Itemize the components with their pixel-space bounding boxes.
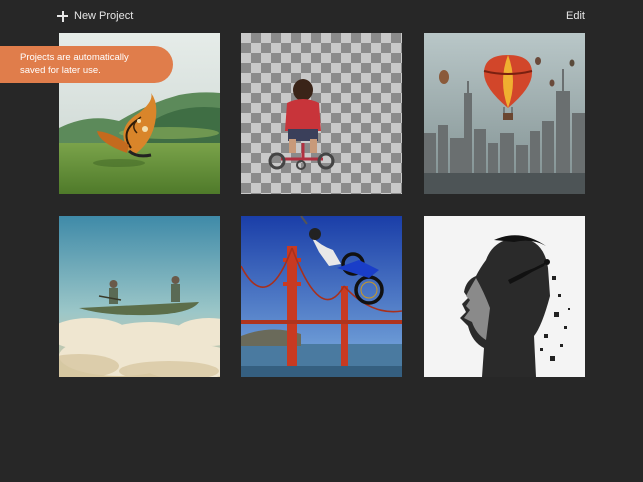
double-exposure-image — [424, 216, 585, 377]
edit-button[interactable]: Edit — [566, 7, 585, 25]
tooltip-line-2: saved for later use. — [20, 64, 101, 76]
balloon-city-image — [424, 33, 585, 194]
canoe-clouds-image — [59, 216, 220, 377]
autosave-tooltip: Projects are automatically saved for lat… — [0, 46, 173, 83]
project-thumbnail-balloon-city[interactable] — [424, 33, 585, 194]
tricycle-cutout-image — [268, 79, 335, 170]
project-thumbnail-double-exposure[interactable] — [424, 216, 585, 377]
project-thumbnail-moto-bridge[interactable] — [241, 216, 402, 377]
project-thumbnail-canoe-clouds[interactable] — [59, 216, 220, 377]
tooltip-line-1: Projects are automatically — [20, 52, 129, 63]
new-project-label: New Project — [74, 10, 134, 22]
moto-bridge-image — [241, 216, 402, 377]
plus-icon — [57, 10, 68, 22]
new-project-button[interactable]: New Project — [57, 7, 133, 25]
top-toolbar: New Project Edit — [0, 0, 643, 32]
project-thumbnail-tricycle[interactable] — [241, 33, 402, 194]
